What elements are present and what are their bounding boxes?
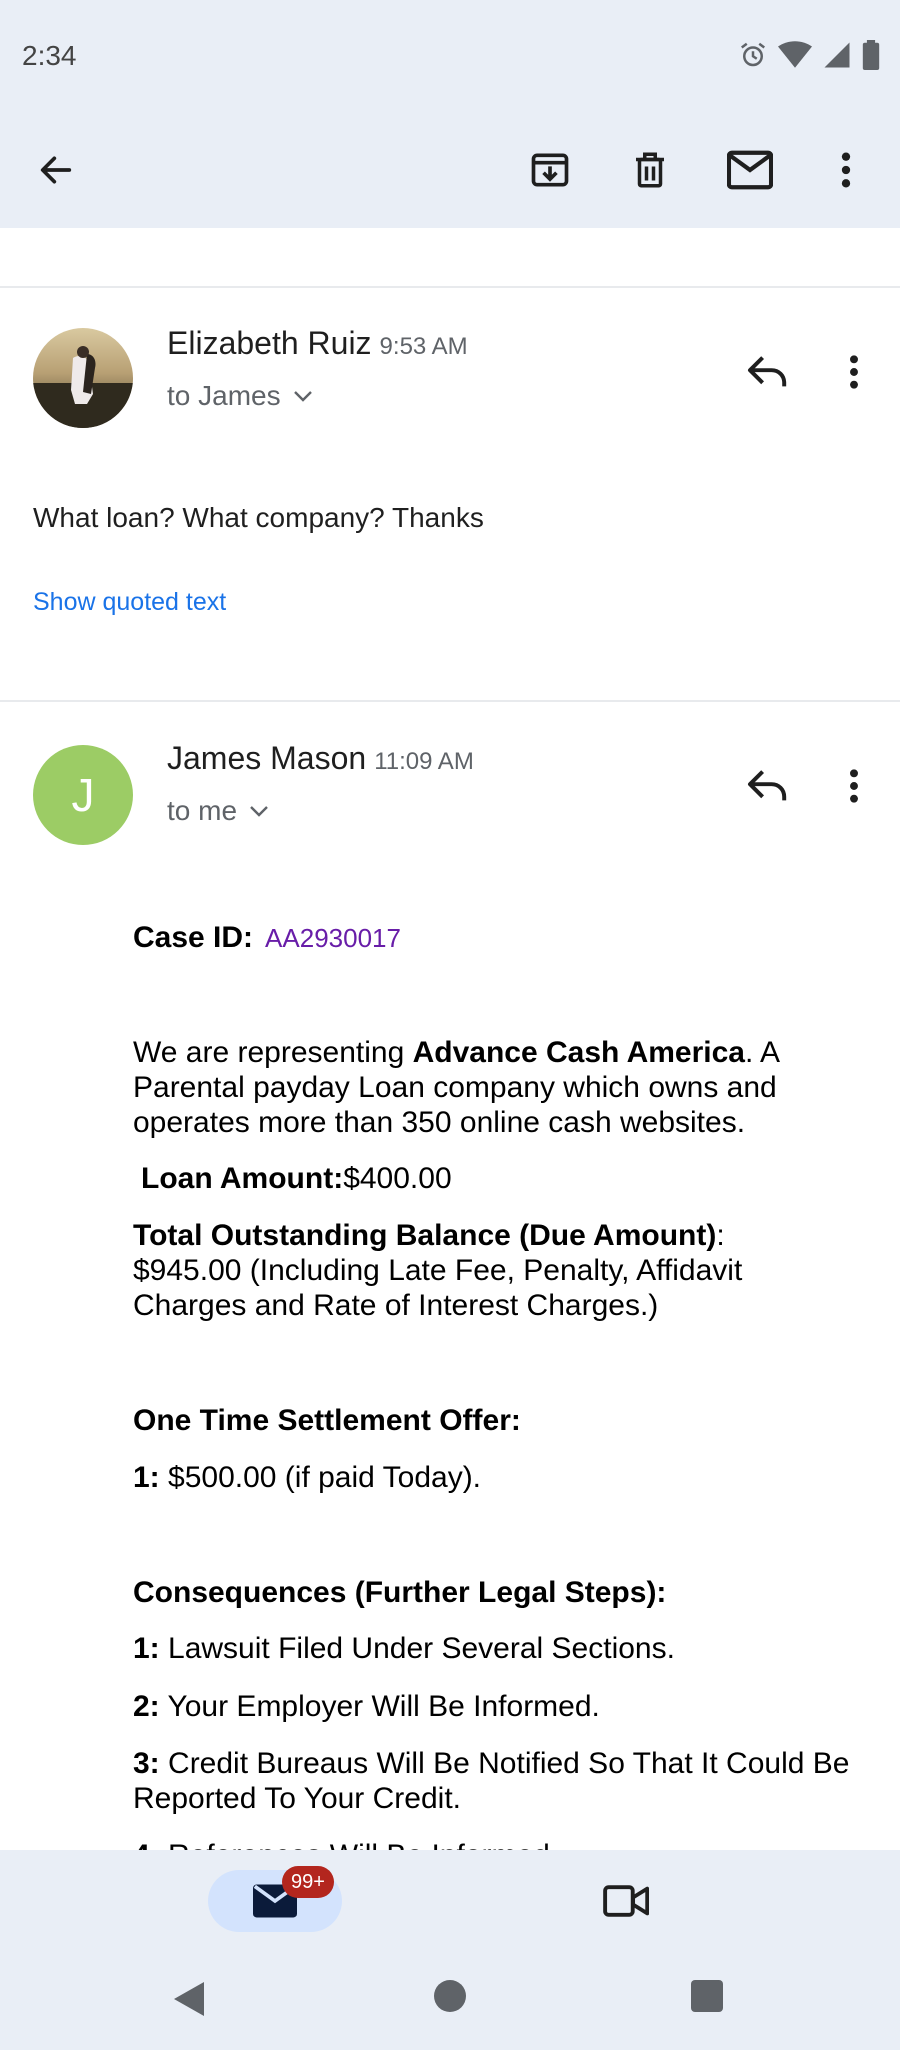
settlement-heading: One Time Settlement Offer: — [133, 1403, 863, 1438]
signal-icon — [822, 40, 852, 75]
list-item-text: Lawsuit Filed Under Several Sections. — [159, 1632, 675, 1665]
company-name: Advance Cash America — [412, 1036, 745, 1069]
balance-label: Total Outstanding Balance (Due Amount) — [133, 1219, 717, 1252]
show-quoted-text-link[interactable]: Show quoted text — [33, 588, 226, 617]
list-item-text: Credit Bureaus Will Be Notified So That … — [133, 1747, 850, 1815]
more-vert-icon — [850, 769, 858, 803]
system-home-button[interactable] — [434, 1980, 466, 2012]
list-item: 2: Your Employer Will Be Informed. — [133, 1689, 863, 1724]
recipient-toggle[interactable]: to James — [167, 380, 313, 412]
sender-line: Elizabeth Ruiz 9:53 AM — [167, 325, 468, 362]
reply-button[interactable] — [740, 344, 796, 400]
email-toolbar — [0, 112, 900, 228]
more-vert-icon — [850, 355, 858, 389]
avatar-photo-image — [33, 328, 133, 428]
consequences-heading-text: Consequences (Further Legal Steps): — [133, 1576, 667, 1609]
reply-button[interactable] — [740, 758, 796, 814]
message-time: 11:09 AM — [374, 748, 474, 775]
chevron-down-icon — [293, 391, 312, 402]
video-icon — [603, 1885, 649, 1917]
more-options-button[interactable] — [816, 140, 876, 200]
archive-icon — [531, 153, 569, 187]
unread-count-badge: 99+ — [282, 1866, 334, 1898]
status-bar: 2:34 — [0, 0, 900, 112]
message-body: What loan? What company? Thanks — [33, 502, 484, 533]
loan-amount-label: Loan Amount: — [141, 1162, 344, 1195]
divider — [0, 286, 900, 288]
loan-amount-value: $400.00 — [343, 1162, 452, 1195]
intro-pre: We are representing — [133, 1036, 413, 1069]
wifi-icon — [778, 40, 812, 75]
message-time: 9:53 AM — [379, 333, 468, 360]
reply-icon — [748, 356, 787, 387]
alarm-icon — [738, 40, 768, 75]
list-item-text: Your Employer Will Be Informed. — [159, 1690, 600, 1723]
loan-amount-line: Loan Amount:$400.00 — [141, 1161, 871, 1196]
chevron-down-icon — [250, 806, 268, 817]
system-back-button[interactable] — [172, 1980, 206, 2023]
delete-button[interactable] — [620, 140, 680, 200]
avatar[interactable] — [33, 328, 133, 428]
intro-paragraph: We are representing Advance Cash America… — [133, 1035, 863, 1140]
sender-name: Elizabeth Ruiz — [167, 325, 372, 361]
recipient-toggle[interactable]: to me — [167, 795, 269, 827]
triangle-back-icon — [174, 1982, 204, 2016]
list-item: 1: $500.00 (if paid Today). — [133, 1460, 863, 1495]
settlement-heading-text: One Time Settlement Offer: — [133, 1404, 521, 1437]
meet-tab[interactable] — [598, 1870, 654, 1932]
avatar[interactable]: J — [33, 745, 133, 845]
list-item-number: 2: — [133, 1690, 160, 1723]
system-recents-button[interactable] — [691, 1980, 723, 2012]
list-item-number: 1: — [133, 1461, 160, 1494]
back-button[interactable] — [26, 140, 86, 200]
message-more-button[interactable] — [826, 758, 882, 814]
balance-value: $945.00 (Including Late Fee, Penalty, Af… — [133, 1254, 743, 1322]
recipient-label: to James — [167, 380, 281, 411]
case-id-label: Case ID: — [133, 921, 254, 954]
mark-unread-icon — [727, 150, 773, 190]
list-item: 3: Credit Bureaus Will Be Notified So Th… — [133, 1746, 863, 1816]
archive-button[interactable] — [520, 140, 580, 200]
recipient-label: to me — [167, 795, 238, 826]
battery-icon — [862, 40, 880, 75]
sender-line: James Mason 11:09 AM — [167, 740, 474, 777]
list-item-text: $500.00 (if paid Today). — [159, 1461, 482, 1494]
balance-colon: : — [716, 1219, 725, 1252]
divider — [0, 700, 900, 702]
delete-icon — [636, 152, 664, 188]
status-icons — [738, 40, 880, 75]
mark-unread-button[interactable] — [720, 140, 780, 200]
list-item-number: 1: — [133, 1632, 160, 1665]
sender-name: James Mason — [167, 740, 367, 776]
case-id-line: Case ID: AA2930017 — [133, 920, 863, 956]
list-item: 1: Lawsuit Filed Under Several Sections. — [133, 1631, 863, 1666]
consequences-heading: Consequences (Further Legal Steps): — [133, 1575, 863, 1610]
more-vert-icon — [841, 152, 851, 188]
balance-paragraph: Total Outstanding Balance (Due Amount): $… — [133, 1218, 863, 1323]
status-time: 2:34 — [22, 40, 77, 71]
bottom-navigation: 99+ — [0, 1850, 900, 2050]
arrow-back-icon — [40, 156, 72, 184]
reply-icon — [748, 770, 787, 801]
message-more-button[interactable] — [826, 344, 882, 400]
case-id-value: AA2930017 — [265, 923, 401, 953]
list-item-number: 3: — [133, 1747, 160, 1780]
